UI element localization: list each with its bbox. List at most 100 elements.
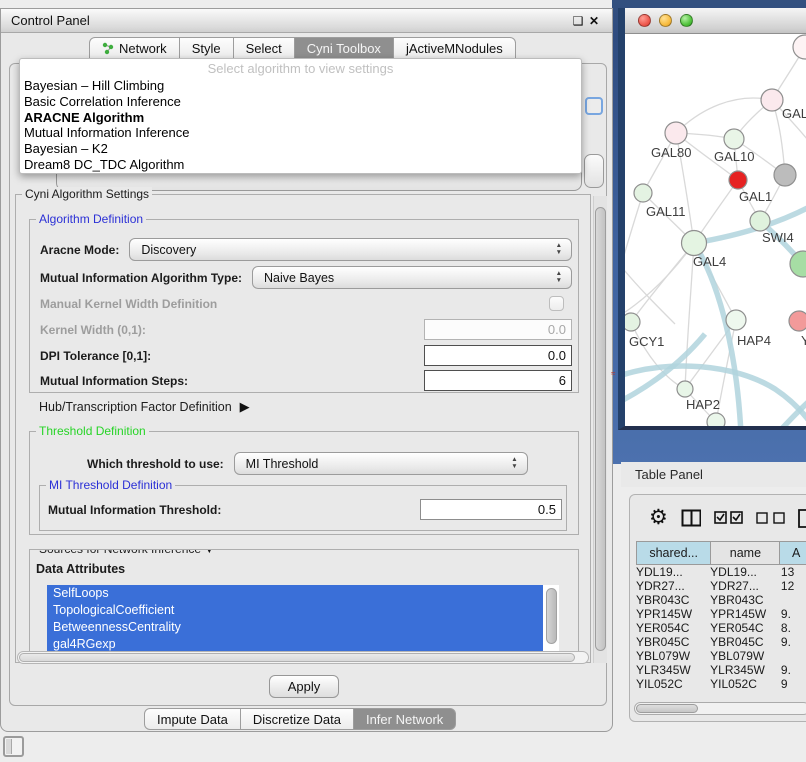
settings-vertical-scrollbar[interactable]: [593, 196, 607, 663]
algorithm-option[interactable]: Bayesian – Hill Climbing: [20, 78, 581, 94]
table-cell: YPR145W: [710, 607, 781, 621]
table-row[interactable]: YBR043CYBR043C: [636, 593, 806, 607]
network-edge[interactable]: [625, 193, 643, 266]
hidden-focused-combobox[interactable]: [585, 97, 603, 115]
control-panel-tabs: NetworkStyleSelectCyni ToolboxjActiveMNo…: [89, 37, 516, 59]
chevron-right-icon[interactable]: ▶: [240, 399, 250, 415]
algorithm-option[interactable]: Bayesian – K2: [20, 141, 581, 157]
column-header-name[interactable]: name: [711, 542, 780, 565]
close-icon[interactable]: ✕: [586, 14, 602, 28]
which-threshold-combobox[interactable]: MI Threshold ▲▼: [234, 452, 528, 475]
threshold-definition-title: Threshold Definition: [36, 424, 149, 438]
node-label-GAL80: GAL80: [651, 145, 691, 160]
kernel-width-field: 0.0: [424, 319, 572, 340]
select-all-checkboxes-icon[interactable]: [714, 511, 743, 525]
attributes-scrollbar-thumb[interactable]: [546, 588, 557, 644]
manual-kernel-width-checkbox[interactable]: [549, 296, 564, 311]
network-edge[interactable]: [625, 243, 694, 316]
settings-hscroll-thumb[interactable]: [19, 653, 575, 662]
table-row[interactable]: YDR27...YDR27...12: [636, 579, 806, 593]
table-row[interactable]: YLR345WYLR345W9.: [636, 663, 806, 677]
attribute-list-item[interactable]: TopologicalCoefficient: [47, 602, 543, 619]
table-row[interactable]: YPR145WYPR145W9.: [636, 607, 806, 621]
algorithm-option[interactable]: Mutual Information Inference: [20, 125, 581, 141]
table-row[interactable]: YBL079WYBL079W: [636, 649, 806, 663]
table-panel-title: Table Panel: [635, 467, 703, 482]
node-label-HAP4: HAP4: [737, 333, 771, 348]
column-header-shared...[interactable]: shared...: [637, 542, 711, 565]
tab-style[interactable]: Style: [180, 37, 234, 59]
settings-horizontal-scrollbar[interactable]: [17, 651, 589, 664]
split-columns-icon[interactable]: [681, 509, 701, 527]
control-panel-titlebar[interactable]: Control Panel ❑ ✕: [1, 9, 612, 33]
algorithm-dropdown-list[interactable]: Select algorithm to view settings Bayesi…: [19, 58, 582, 174]
table-settings-gear-icon[interactable]: ⚙: [649, 508, 668, 528]
mi-steps-field[interactable]: 6: [424, 370, 572, 391]
table-rows-container[interactable]: YDL19...YDL19...13YDR27...YDR27...12YBR0…: [630, 565, 806, 702]
network-window-titlebar[interactable]: [625, 8, 806, 34]
mutual-information-threshold-field[interactable]: 0.5: [420, 499, 562, 520]
aracne-mode-combobox[interactable]: Discovery ▲▼: [129, 238, 572, 261]
network-graph-canvas[interactable]: GALGAL80GAL10GAL1GAL11SWI4GAL4GCY1HAP4YH…: [625, 34, 806, 428]
apply-button[interactable]: Apply: [269, 675, 339, 698]
network-node[interactable]: [724, 129, 744, 149]
network-node[interactable]: [761, 89, 783, 111]
network-node[interactable]: [677, 381, 693, 397]
network-node[interactable]: [625, 313, 640, 331]
network-node[interactable]: [793, 35, 806, 59]
settings-vscroll-thumb[interactable]: [595, 207, 606, 651]
network-node[interactable]: [665, 122, 687, 144]
table-horizontal-scrollbar[interactable]: [634, 702, 806, 715]
column-header-A[interactable]: A: [780, 542, 806, 565]
docked-panel-icon[interactable]: [3, 736, 24, 757]
network-node[interactable]: [707, 413, 725, 428]
attribute-list-item[interactable]: BetweennessCentrality: [47, 619, 543, 636]
tab-impute-data[interactable]: Impute Data: [144, 708, 241, 730]
close-traffic-light-icon[interactable]: [638, 14, 651, 27]
network-node[interactable]: [726, 310, 746, 330]
hub-transcription-factor-section[interactable]: Hub/Transcription Factor Definition ▶: [39, 399, 250, 415]
tab-infer-network[interactable]: Infer Network: [354, 708, 456, 730]
dpi-tolerance-field[interactable]: 0.0: [424, 345, 572, 366]
algorithm-option[interactable]: Dream8 DC_TDC Algorithm: [20, 157, 581, 173]
panel-resize-marker: ≈: [611, 370, 617, 377]
tab-network[interactable]: Network: [89, 37, 180, 59]
data-attributes-list[interactable]: SelfLoopsTopologicalCoefficientBetweenne…: [47, 585, 559, 653]
table-row[interactable]: YBR045CYBR045C9.: [636, 635, 806, 649]
network-node[interactable]: [789, 311, 806, 331]
table-cell: YIL052C: [636, 677, 710, 691]
which-threshold-value: MI Threshold: [246, 457, 319, 471]
float-window-icon[interactable]: ❑: [570, 14, 586, 28]
network-edge[interactable]: [676, 98, 772, 133]
attributes-list-scrollbar[interactable]: [544, 585, 559, 653]
mi-algorithm-type-combobox[interactable]: Naive Bayes ▲▼: [252, 266, 572, 289]
table-header-row[interactable]: shared...nameA: [637, 542, 806, 565]
node-label-GAL4: GAL4: [693, 254, 726, 269]
export-table-icon[interactable]: [798, 508, 806, 528]
attribute-list-item[interactable]: SelfLoops: [47, 585, 543, 602]
network-view-window[interactable]: GALGAL80GAL10GAL1GAL11SWI4GAL4GCY1HAP4YH…: [618, 8, 806, 430]
hidden-combobox-edge[interactable]: [584, 154, 604, 188]
tab-jactivemnodules[interactable]: jActiveMNodules: [394, 37, 516, 59]
network-node[interactable]: [634, 184, 652, 202]
deselect-all-checkboxes-icon[interactable]: [756, 511, 785, 525]
network-node[interactable]: [729, 171, 747, 189]
network-node[interactable]: [774, 164, 796, 186]
table-hscroll-thumb[interactable]: [636, 704, 698, 713]
table-row[interactable]: YER054CYER054C8.: [636, 621, 806, 635]
node-attribute-table[interactable]: shared...nameA: [636, 541, 806, 565]
tab-select[interactable]: Select: [234, 37, 295, 59]
tab-cyni-toolbox[interactable]: Cyni Toolbox: [295, 37, 394, 59]
network-node[interactable]: [682, 231, 707, 256]
algorithm-dropdown-items[interactable]: Bayesian – Hill ClimbingBasic Correlatio…: [20, 78, 581, 173]
table-row[interactable]: YDL19...YDL19...13: [636, 565, 806, 579]
table-body[interactable]: YDL19...YDL19...13YDR27...YDR27...12YBR0…: [636, 565, 806, 691]
algorithm-option[interactable]: Basic Correlation Inference: [20, 94, 581, 110]
zoom-traffic-light-icon[interactable]: [680, 14, 693, 27]
minimize-traffic-light-icon[interactable]: [659, 14, 672, 27]
algorithm-option[interactable]: ARACNE Algorithm: [20, 110, 581, 126]
network-node[interactable]: [750, 211, 770, 231]
chevron-down-icon[interactable]: ▼: [204, 549, 214, 556]
tab-discretize-data[interactable]: Discretize Data: [241, 708, 354, 730]
table-row[interactable]: YIL052CYIL052C9: [636, 677, 806, 691]
